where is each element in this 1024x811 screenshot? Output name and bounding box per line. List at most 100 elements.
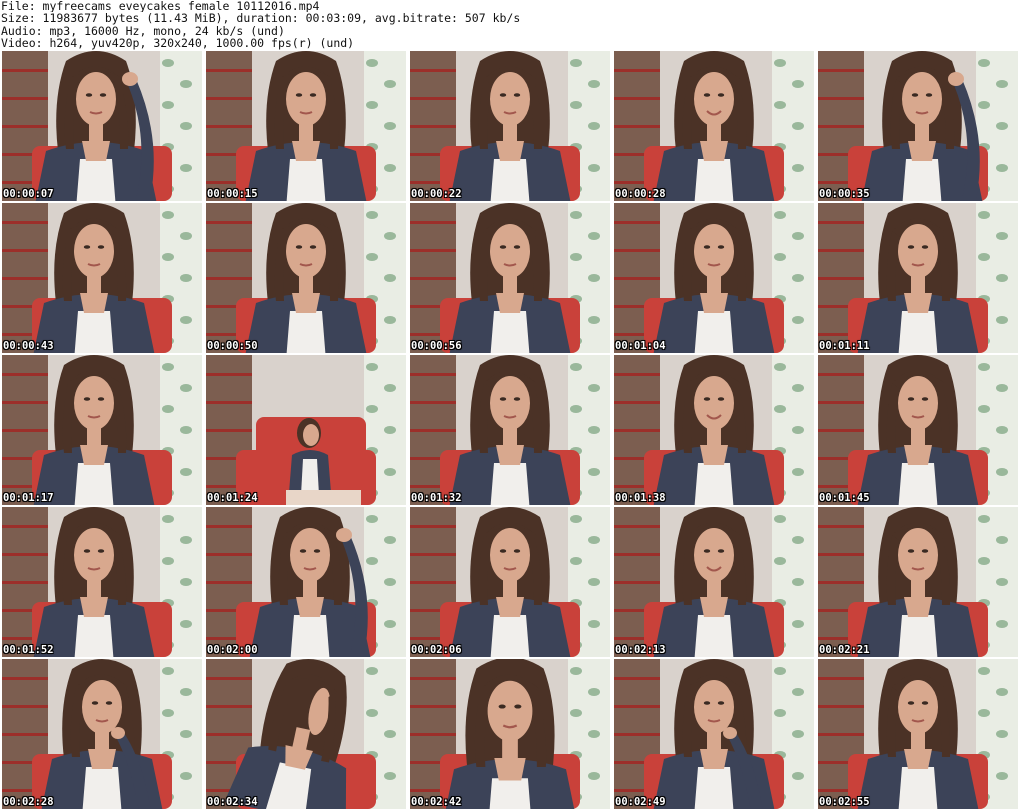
thumbnail-frame-image <box>614 507 814 657</box>
white-top <box>694 767 734 809</box>
face <box>490 72 530 126</box>
white-top <box>898 463 938 505</box>
video-thumbnail[interactable]: 00:02:13 <box>614 507 814 657</box>
curtain-leaf-pattern <box>996 122 1008 130</box>
video-thumbnail[interactable]: 00:02:06 <box>410 507 610 657</box>
curtain-leaf-pattern <box>384 730 396 738</box>
left-eye <box>907 701 915 705</box>
shelf-board <box>2 733 48 736</box>
face <box>902 72 942 126</box>
shelf-board <box>614 401 660 404</box>
white-top <box>694 463 734 505</box>
thumbnail-frame-image <box>206 51 406 201</box>
video-thumbnail[interactable]: 00:00:35 <box>818 51 1018 201</box>
video-thumbnail[interactable]: 00:02:28 <box>2 659 202 809</box>
shelf-board <box>410 525 456 528</box>
curtain-leaf-pattern <box>978 363 990 371</box>
right-eye <box>309 245 317 249</box>
right-eye <box>717 93 725 97</box>
curtain-leaf-pattern <box>384 80 396 88</box>
video-thumbnail[interactable]: 00:02:55 <box>818 659 1018 809</box>
shelf-board <box>818 221 864 224</box>
neckline <box>82 141 110 161</box>
right-eye <box>99 93 107 97</box>
face <box>694 224 734 278</box>
shelf-board <box>410 677 456 680</box>
video-thumbnail[interactable]: 00:00:56 <box>410 203 610 353</box>
video-thumbnail[interactable]: 00:01:32 <box>410 355 610 505</box>
shelf-board <box>614 125 660 128</box>
curtain-leaf-pattern <box>162 557 174 565</box>
shelf-board <box>2 525 48 528</box>
file-size-line: Size: 11983677 bytes (11.43 MiB), durati… <box>1 12 521 25</box>
video-thumbnail[interactable]: 00:02:49 <box>614 659 814 809</box>
curtain-leaf-pattern <box>162 101 174 109</box>
thumbnail-frame-image <box>2 51 202 201</box>
curtain-leaf-pattern <box>588 384 600 392</box>
video-thumbnail[interactable]: 00:00:28 <box>614 51 814 201</box>
hand <box>111 727 125 739</box>
curtain-leaf-pattern <box>180 578 192 586</box>
curtain-leaf-pattern <box>996 384 1008 392</box>
video-thumbnail[interactable]: 00:01:11 <box>818 203 1018 353</box>
video-thumbnail[interactable]: 00:02:21 <box>818 507 1018 657</box>
video-thumbnail[interactable]: 00:01:45 <box>818 355 1018 505</box>
left-eye <box>499 549 507 553</box>
curtain-leaf-pattern <box>792 772 804 780</box>
left-eye <box>499 245 507 249</box>
curtain-leaf-pattern <box>570 211 582 219</box>
curtain-leaf-pattern <box>996 730 1008 738</box>
white-top <box>286 311 326 353</box>
left-eye <box>499 397 507 401</box>
shelf-board <box>2 97 48 100</box>
video-thumbnail[interactable]: 00:01:17 <box>2 355 202 505</box>
video-thumbnail[interactable]: 00:02:34 <box>206 659 406 809</box>
shelf-board <box>614 97 660 100</box>
curtain-leaf-pattern <box>792 274 804 282</box>
thumbnail-timestamp: 00:01:17 <box>3 492 54 504</box>
face <box>74 528 114 582</box>
left-eye <box>85 93 93 97</box>
thumbnail-timestamp: 00:00:15 <box>207 188 258 200</box>
face <box>694 680 734 734</box>
curtain-leaf-pattern <box>996 164 1008 172</box>
thumbnail-timestamp: 00:00:35 <box>819 188 870 200</box>
curtain-leaf-pattern <box>384 468 396 476</box>
curtain-leaf-pattern <box>384 316 396 324</box>
thumbnail-frame-image <box>2 507 202 657</box>
right-eye <box>309 93 317 97</box>
video-thumbnail[interactable]: 00:01:38 <box>614 355 814 505</box>
curtain-leaf-pattern <box>588 730 600 738</box>
shelf-board <box>206 277 252 280</box>
thumbnail-grid: 00:00:07 00:00:15 00:00:22 00:00:28 00:00:35… <box>2 51 1022 811</box>
video-thumbnail[interactable]: 00:00:07 <box>2 51 202 201</box>
white-top <box>898 615 938 657</box>
video-thumbnail[interactable]: 00:01:24 <box>206 355 406 505</box>
curtain-leaf-pattern <box>996 80 1008 88</box>
video-thumbnail[interactable]: 00:01:04 <box>614 203 814 353</box>
neckline <box>904 445 932 465</box>
curtain-leaf-pattern <box>978 253 990 261</box>
curtain-leaf-pattern <box>996 578 1008 586</box>
shelf-board <box>2 705 48 708</box>
curtain-leaf-pattern <box>180 772 192 780</box>
video-thumbnail[interactable]: 00:00:22 <box>410 51 610 201</box>
video-thumbnail[interactable]: 00:00:43 <box>2 203 202 353</box>
neckline <box>496 445 524 465</box>
curtain-leaf-pattern <box>384 122 396 130</box>
curtain-leaf-pattern <box>996 316 1008 324</box>
video-thumbnail[interactable]: 00:00:50 <box>206 203 406 353</box>
curtain-leaf-pattern <box>792 730 804 738</box>
face <box>290 528 330 582</box>
video-thumbnail[interactable]: 00:02:00 <box>206 507 406 657</box>
video-thumbnail[interactable]: 00:02:42 <box>410 659 610 809</box>
curtain-leaf-pattern <box>366 253 378 261</box>
white-top <box>82 767 122 809</box>
curtain-leaf-pattern <box>570 363 582 371</box>
video-thumbnail[interactable]: 00:00:15 <box>206 51 406 201</box>
curtain-leaf-pattern <box>978 557 990 565</box>
right-eye <box>717 701 725 705</box>
curtain-leaf-pattern <box>588 620 600 628</box>
thumbnail-timestamp: 00:00:43 <box>3 340 54 352</box>
video-thumbnail[interactable]: 00:01:52 <box>2 507 202 657</box>
